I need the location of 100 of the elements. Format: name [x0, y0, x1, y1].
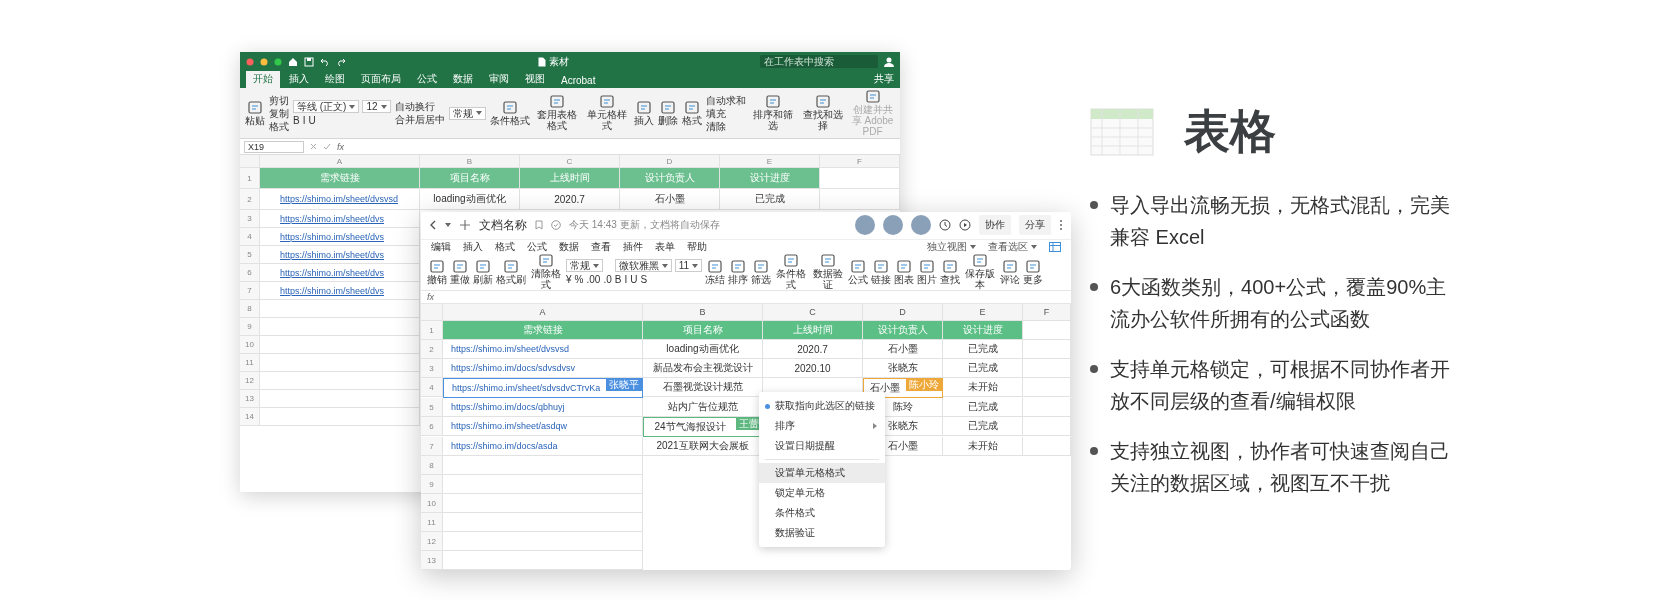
grid-icon[interactable]	[1049, 241, 1061, 252]
toolbar-button[interactable]: I	[302, 115, 306, 126]
empty-cell[interactable]	[1023, 417, 1071, 436]
cell-link[interactable]: https://shimo.im/docs/asda	[443, 437, 643, 456]
user-icon[interactable]	[884, 56, 894, 67]
toolbar-button[interactable]: 图片	[917, 259, 938, 285]
toolbar-button[interactable]: 图表	[894, 259, 915, 285]
toolbar-button[interactable]: %	[574, 274, 584, 286]
column-header[interactable]: B	[420, 155, 520, 168]
toolbar-button[interactable]: 清除格式	[529, 254, 563, 291]
menu-item[interactable]: 公式	[527, 239, 547, 254]
back-icon[interactable]	[429, 220, 437, 231]
corner-cell[interactable]	[421, 304, 443, 321]
dropdown[interactable]: 常规	[566, 259, 603, 273]
cell-link[interactable]: https://shimo.im/sheet/dvsvsd	[443, 340, 643, 359]
column-header[interactable]: D	[620, 155, 720, 168]
menu-item[interactable]: 帮助	[687, 239, 707, 254]
column-header[interactable]: F	[820, 155, 900, 168]
play-icon[interactable]	[959, 219, 971, 232]
toolbar-button[interactable]: B	[614, 274, 622, 286]
undo-icon[interactable]	[320, 56, 330, 67]
toolbar-button[interactable]: 协作	[979, 215, 1011, 236]
toolbar-button[interactable]: I	[624, 274, 628, 286]
toolbar-button[interactable]: B	[293, 115, 300, 126]
toolbar-button[interactable]: 格式刷	[496, 259, 526, 285]
dropdown[interactable]: 独立视图	[927, 239, 976, 254]
ribbon-tab[interactable]: 公式	[410, 71, 444, 88]
toolbar-button[interactable]: 单元格样式	[583, 95, 630, 131]
empty-cell[interactable]	[1023, 359, 1071, 378]
column-header[interactable]: B	[643, 304, 763, 321]
toolbar-button[interactable]: 查找和选择	[799, 95, 846, 131]
empty-cell[interactable]	[1023, 378, 1071, 397]
column-header[interactable]: C	[763, 304, 863, 321]
toolbar-button[interactable]: 套用表格格式	[533, 95, 580, 131]
menu-item[interactable]: 设置单元格格式	[759, 463, 885, 483]
menu-item[interactable]: 插件	[623, 239, 643, 254]
empty-cell[interactable]	[1023, 398, 1071, 417]
menu-item[interactable]: 编辑	[431, 239, 451, 254]
ribbon-tab[interactable]: 视图	[518, 71, 552, 88]
dropdown[interactable]: 查看选区	[988, 239, 1037, 254]
toolbar-button[interactable]: 剪切	[269, 94, 289, 106]
search-field[interactable]: 在工作表中搜索	[760, 55, 878, 68]
home-icon[interactable]	[288, 56, 298, 67]
cell-link[interactable]: https://shimo.im/sheet/dvs	[260, 264, 420, 282]
menu-item[interactable]: 锁定单元格	[759, 483, 885, 503]
toolbar-button[interactable]: 保存版本	[963, 254, 998, 291]
toolbar-button[interactable]: 数据验证	[811, 254, 846, 291]
toolbar-button[interactable]: 撤销	[427, 259, 447, 285]
add-icon[interactable]	[459, 219, 471, 232]
dropdown[interactable]: 常规	[448, 106, 486, 120]
toolbar-button[interactable]: 粘贴	[245, 100, 265, 126]
document-title[interactable]: 文档名称	[479, 216, 527, 234]
ribbon-tab[interactable]: 插入	[282, 71, 316, 88]
cell-link[interactable]: https://shimo.im/sheet/dvs	[260, 282, 420, 300]
toolbar-button[interactable]: 合并后居中	[394, 114, 445, 125]
toolbar-button[interactable]: 刷新	[473, 259, 493, 285]
menu-item[interactable]: 数据验证	[759, 523, 885, 543]
toolbar-button[interactable]: 评论	[1000, 259, 1021, 285]
toolbar-button[interactable]: 重做	[450, 259, 470, 285]
more-icon[interactable]	[1059, 219, 1063, 232]
save-icon[interactable]	[304, 56, 314, 67]
column-header[interactable]: A	[260, 155, 420, 168]
ribbon-tab[interactable]: 审阅	[482, 71, 516, 88]
toolbar-button[interactable]: 插入	[633, 100, 654, 126]
toolbar-button[interactable]: 自动求和	[705, 94, 746, 106]
column-header[interactable]: E	[720, 155, 820, 168]
cell-link[interactable]: https://shimo.im/sheet/sdvsdvCTrvKa	[452, 383, 606, 393]
ribbon-tab[interactable]: 数据	[446, 71, 480, 88]
cell-link[interactable]: https://shimo.im/sheet/asdqw	[443, 417, 643, 436]
corner-cell[interactable]	[240, 155, 260, 168]
toolbar-button[interactable]: 公式	[848, 259, 869, 285]
empty-cell[interactable]	[1023, 340, 1071, 359]
toolbar-button[interactable]: 条件格式	[489, 100, 530, 126]
avatar[interactable]	[883, 215, 903, 236]
cell-link[interactable]: https://shimo.im/docs/sdvsdvsv	[443, 359, 643, 378]
ribbon-tab[interactable]: 页面布局	[354, 71, 408, 88]
menu-item[interactable]: 查看	[591, 239, 611, 254]
cell-link[interactable]: https://shimo.im/docs/qbhuyj	[443, 398, 643, 417]
column-header[interactable]: D	[863, 304, 943, 321]
toolbar-button[interactable]: .00	[586, 274, 601, 286]
cell-link[interactable]: https://shimo.im/sheet/dvs	[260, 210, 420, 228]
name-box[interactable]: X19	[244, 140, 304, 153]
toolbar-button[interactable]: 查找	[940, 259, 961, 285]
ribbon-tab[interactable]: Acrobat	[554, 74, 603, 88]
toolbar-button[interactable]: 链接	[871, 259, 892, 285]
dropdown[interactable]: 微软雅黑	[614, 259, 672, 273]
menu-item[interactable]: 数据	[559, 239, 579, 254]
menu-item[interactable]: 条件格式	[759, 503, 885, 523]
window-zoom-button[interactable]	[274, 57, 282, 66]
share-button[interactable]: 共享	[874, 72, 894, 88]
toolbar-button[interactable]: 排序	[728, 259, 749, 285]
toolbar-button[interactable]: U	[630, 274, 638, 286]
window-minimize-button[interactable]	[260, 57, 268, 66]
empty-cell[interactable]	[1023, 437, 1071, 456]
toolbar-button[interactable]: 分享	[1019, 215, 1051, 236]
menu-item[interactable]: 格式	[495, 239, 515, 254]
column-header[interactable]: C	[520, 155, 620, 168]
selected-cell[interactable]: https://shimo.im/sheet/sdvsdvCTrvKa 张晓平	[443, 378, 643, 398]
toolbar-button[interactable]: 条件格式	[774, 254, 809, 291]
column-header[interactable]: F	[1023, 304, 1071, 321]
